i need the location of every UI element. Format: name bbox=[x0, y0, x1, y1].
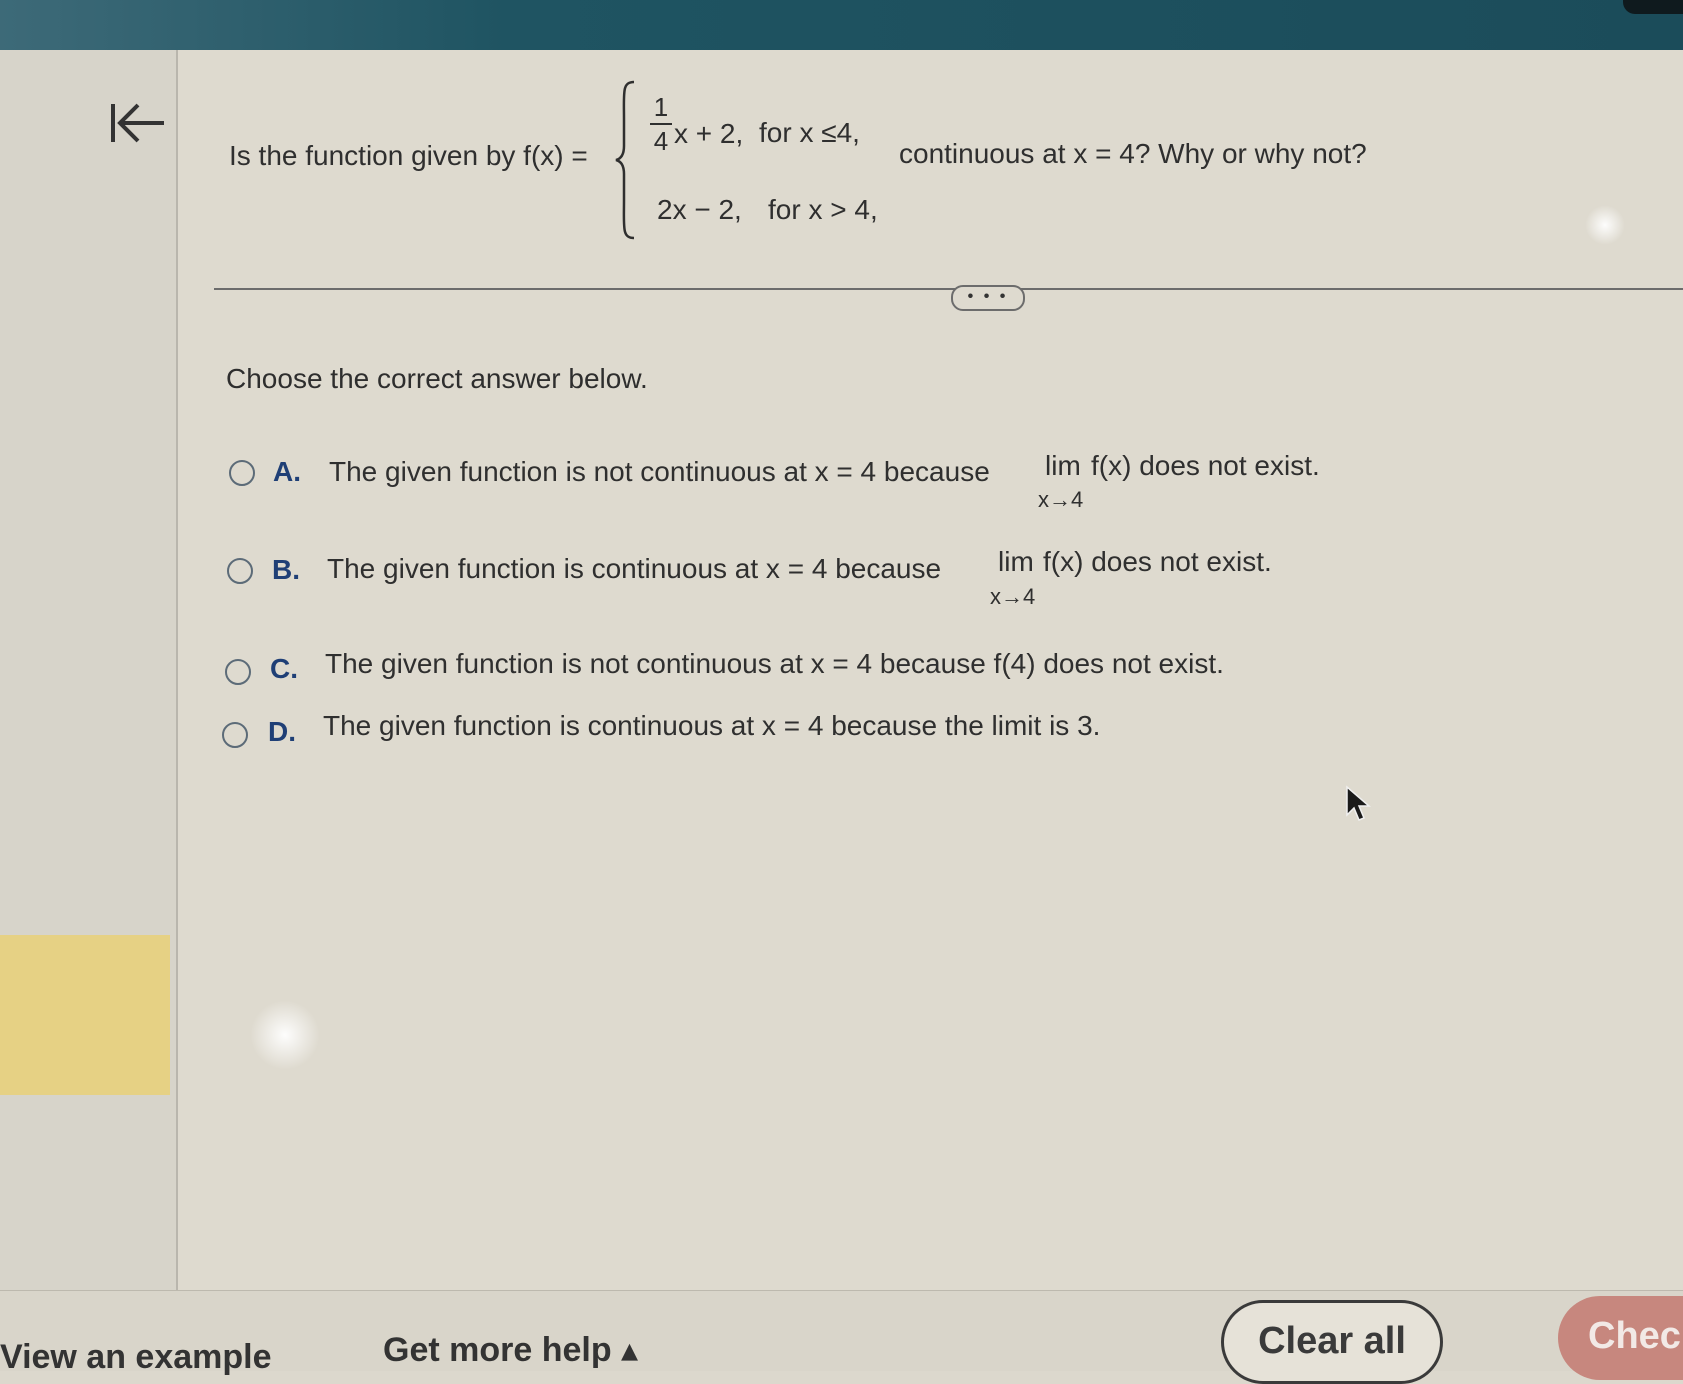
option-a-letter: A. bbox=[273, 456, 301, 487]
option-a-tail: f(x) does not exist. bbox=[1091, 450, 1320, 481]
collapse-left-icon bbox=[111, 103, 164, 143]
section-divider bbox=[214, 288, 1683, 290]
option-a-lim-subscript: x→4 bbox=[1038, 487, 1084, 512]
option-c-text: The given function is not continuous at … bbox=[325, 648, 1224, 679]
piece2-expression: 2x − 2, bbox=[657, 194, 742, 225]
fraction-numerator: 1 bbox=[653, 92, 669, 122]
option-a-text: The given function is not continuous at … bbox=[329, 456, 990, 487]
left-panel-highlight bbox=[0, 935, 170, 1095]
option-b-lim: lim bbox=[998, 546, 1034, 577]
fraction-denominator: 4 bbox=[653, 126, 669, 156]
screen-glare bbox=[250, 1000, 320, 1070]
option-b-lim-subscript: x→4 bbox=[990, 584, 1036, 609]
answer-prompt: Choose the correct answer below. bbox=[226, 363, 648, 394]
question-lead: Is the function given by f(x) = bbox=[229, 140, 588, 171]
clear-all-button[interactable]: Clear all bbox=[1221, 1300, 1443, 1384]
check-answer-button[interactable]: Chec bbox=[1558, 1296, 1683, 1380]
top-bar bbox=[0, 0, 1683, 50]
option-b-letter: B. bbox=[272, 554, 300, 585]
option-d-text: The given function is continuous at x = … bbox=[323, 710, 1101, 741]
get-more-help-button[interactable]: Get more help ▴ bbox=[383, 1330, 638, 1370]
option-b-radio[interactable] bbox=[227, 558, 253, 584]
piece2-condition: for x > 4, bbox=[768, 194, 878, 225]
top-bar-corner bbox=[1623, 0, 1683, 14]
expand-ellipsis-button[interactable]: • • • bbox=[951, 285, 1025, 311]
mouse-pointer-icon bbox=[1346, 785, 1372, 821]
screen-glare bbox=[1585, 205, 1625, 245]
option-a-lim: lim bbox=[1045, 450, 1081, 481]
question-tail: continuous at x = 4? Why or why not? bbox=[899, 138, 1367, 169]
collapse-left-button[interactable] bbox=[108, 96, 168, 156]
option-b-tail: f(x) does not exist. bbox=[1043, 546, 1272, 577]
piecewise-brace-icon bbox=[615, 80, 635, 240]
piece1-expression: x + 2, bbox=[674, 118, 744, 149]
option-c-letter: C. bbox=[270, 653, 298, 684]
option-b-text: The given function is continuous at x = … bbox=[327, 553, 942, 584]
fraction-bar bbox=[650, 123, 672, 125]
view-example-link[interactable]: View an example bbox=[0, 1338, 272, 1377]
left-panel bbox=[0, 50, 178, 1290]
piece1-fraction: 1 4 bbox=[650, 92, 672, 156]
piece1-condition: for x ≤4, bbox=[759, 117, 860, 148]
option-d-letter: D. bbox=[268, 716, 296, 747]
option-a-radio[interactable] bbox=[229, 460, 255, 486]
option-c-radio[interactable] bbox=[225, 659, 251, 685]
option-d-radio[interactable] bbox=[222, 722, 248, 748]
